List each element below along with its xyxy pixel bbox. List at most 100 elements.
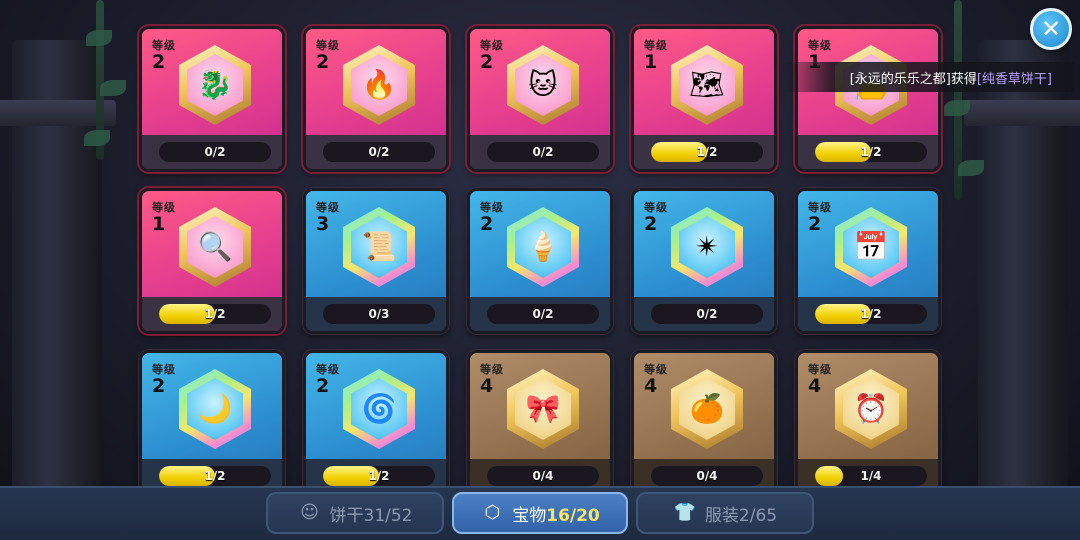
close-button[interactable]: ✕ (1030, 8, 1072, 50)
treasure-card[interactable]: 等级 2 🔥 0/2 (303, 26, 449, 172)
progress-text: 1/2 (368, 469, 390, 483)
treasure-card[interactable]: 等级 1 🔍 1/2 (139, 188, 285, 334)
progress-bar: 1/4 (815, 466, 927, 486)
treasure-card[interactable]: 等级 2 🐉 0/2 (139, 26, 285, 172)
tab-count: 2/65 (738, 505, 778, 526)
progress-text: 0/2 (696, 307, 718, 321)
level-number: 2 (152, 51, 166, 73)
tab-label: 服装 (704, 505, 739, 526)
treasure-card[interactable]: 等级 3 📜 0/3 (303, 188, 449, 334)
progress-bar: 1/2 (159, 466, 271, 486)
progress-text: 1/2 (204, 307, 226, 321)
pink-cat-jelly-icon: 🐱 (528, 68, 558, 101)
ice-cream-cone-icon: 🍦 (525, 230, 561, 263)
leaf (86, 30, 112, 46)
alarm-clock-icon: ⏰ (853, 392, 889, 425)
level-number: 4 (480, 375, 494, 397)
level-number: 2 (644, 213, 658, 235)
shirt-icon: 👕 (673, 502, 697, 523)
tab-count: 16/20 (546, 505, 600, 526)
close-icon: ✕ (1040, 15, 1062, 43)
magnifier-icon: 🔍 (197, 230, 233, 263)
progress-text: 1/4 (860, 469, 882, 483)
purple-scroll-icon: 🎀 (525, 392, 561, 425)
acquisition-toast: [永远的乐乐之都]获得 [纯香草饼干] (778, 62, 1074, 92)
progress-bar: 1/2 (815, 304, 927, 324)
bottom-tab-bar: ☺ 饼干31/52 ⬡ 宝物16/20 👕 服装2/65 (0, 486, 1080, 540)
level-number: 2 (316, 375, 330, 397)
progress-text: 0/2 (368, 145, 390, 159)
tab-label: 宝物 (512, 505, 547, 526)
level-number: 2 (480, 213, 494, 235)
progress-text: 0/4 (532, 469, 554, 483)
progress-bar: 0/2 (159, 142, 271, 162)
leaf (958, 160, 984, 176)
progress-text: 0/3 (368, 307, 390, 321)
right-pillar-cap (964, 100, 1080, 126)
progress-text: 0/4 (696, 469, 718, 483)
leaf (100, 80, 126, 96)
tab-label: 饼干 (329, 505, 364, 526)
tab-text: 饼干31/52 (330, 501, 413, 526)
progress-bar: 0/2 (651, 304, 763, 324)
hexagon-icon: ⬡ (484, 502, 501, 523)
tab-treasure[interactable]: ⬡ 宝物16/20 (452, 492, 628, 534)
treasure-card[interactable]: 等级 4 🍊 0/4 (631, 350, 777, 496)
progress-bar: 0/3 (323, 304, 435, 324)
cookie-head-icon: ☺ (300, 502, 319, 523)
tab-text: 服装2/65 (705, 501, 777, 526)
level-number: 2 (808, 213, 822, 235)
level-number: 1 (152, 213, 166, 235)
collection-screen: 等级2🐉0/2等级2🔥0/2等级2🐱0/2等级1🗺1/2等级1👝1/2等级1🔍1… (0, 0, 1080, 540)
progress-text: 1/2 (860, 145, 882, 159)
spiky-ball-icon: ✴ (695, 230, 719, 263)
orange-jelly-icon: 🍊 (689, 392, 725, 425)
crescent-wand-icon: 🌙 (197, 392, 233, 425)
swirl-orb-icon: 🌀 (361, 392, 397, 425)
treasure-card[interactable]: 等级 2 ✴ 0/2 (631, 188, 777, 334)
progress-bar: 1/2 (159, 304, 271, 324)
toast-item: [纯香草饼干] (976, 71, 1052, 87)
progress-bar: 1/2 (651, 142, 763, 162)
level-number: 1 (644, 51, 658, 73)
progress-bar: 0/2 (487, 142, 599, 162)
progress-text: 0/2 (532, 145, 554, 159)
scroll-icon: 📜 (361, 230, 397, 263)
dragon-emblem-icon: 🐉 (197, 68, 233, 101)
progress-text: 1/2 (860, 307, 882, 321)
level-number: 2 (152, 375, 166, 397)
treasure-card[interactable]: 等级 2 🍦 0/2 (467, 188, 613, 334)
treasure-card[interactable]: 等级 4 ⏰ 1/4 (795, 350, 941, 496)
progress-text: 0/2 (532, 307, 554, 321)
progress-bar: 0/2 (323, 142, 435, 162)
tab-text: 宝物16/20 (512, 501, 600, 526)
tab-count: 31/52 (363, 505, 413, 526)
leaf (84, 130, 110, 146)
progress-bar: 1/2 (323, 466, 435, 486)
progress-bar: 0/2 (487, 304, 599, 324)
treasure-card[interactable]: 等级 2 🌙 1/2 (139, 350, 285, 496)
level-number: 2 (480, 51, 494, 73)
treasure-card[interactable]: 等级 4 🎀 0/4 (467, 350, 613, 496)
treasure-card[interactable]: 等级 2 🌀 1/2 (303, 350, 449, 496)
tab-cookies[interactable]: ☺ 饼干31/52 (266, 492, 444, 534)
progress-bar: 0/4 (651, 466, 763, 486)
progress-text: 1/2 (204, 469, 226, 483)
progress-text: 0/2 (204, 145, 226, 159)
fire-crown-icon: 🔥 (361, 68, 397, 101)
toast-prefix: [永远的乐乐之都]获得 (849, 71, 977, 87)
level-number: 4 (644, 375, 658, 397)
progress-bar: 0/4 (487, 466, 599, 486)
treasure-card[interactable]: 等级 1 🗺 1/2 (631, 26, 777, 172)
calendar-icon: 📅 (853, 230, 889, 263)
treasure-card[interactable]: 等级1👝1/2 (795, 26, 941, 172)
treasure-map-icon: 🗺 (689, 68, 725, 101)
tab-costume[interactable]: 👕 服装2/65 (636, 492, 814, 534)
level-number: 2 (316, 51, 330, 73)
treasure-card[interactable]: 等级 2 🐱 0/2 (467, 26, 613, 172)
progress-bar: 1/2 (815, 142, 927, 162)
leaf (944, 100, 970, 116)
treasure-card[interactable]: 等级 2 📅 1/2 (795, 188, 941, 334)
level-number: 3 (316, 213, 330, 235)
progress-text: 1/2 (696, 145, 718, 159)
